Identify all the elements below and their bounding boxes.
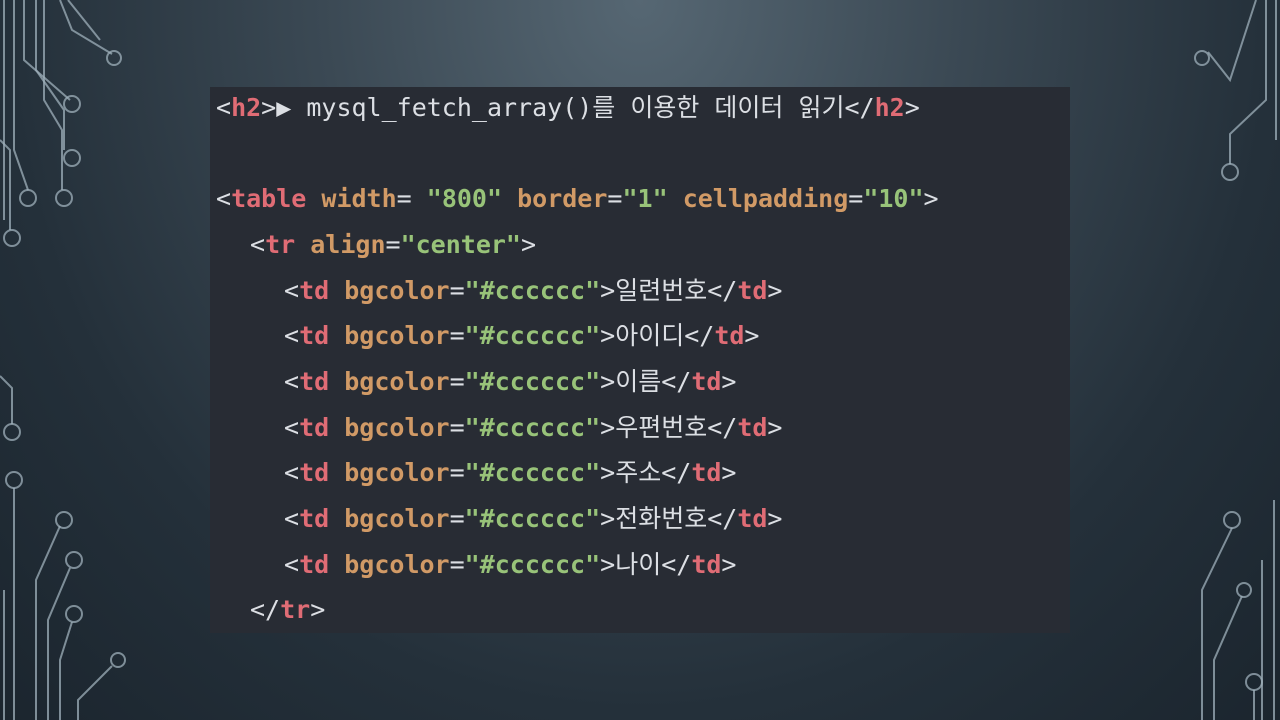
bracket: </ [250,595,281,624]
tag-name: td [299,504,330,533]
tag-name: td [714,321,745,350]
attr-value: "#cccccc" [464,413,601,442]
equals: = [449,367,465,396]
tag-name: td [299,413,330,442]
tag-name: td [299,458,330,487]
code-line-td: <td bgcolor="#cccccc">이름</td> [284,367,737,396]
code-line-tr-open: <tr align="center"> [216,227,536,263]
attr-name: bgcolor [344,321,450,350]
equals: = [449,413,465,442]
cell-text: 아이디 [615,321,685,350]
tag-name: table [231,184,307,213]
equals: = [396,184,427,213]
tag-name: h2 [874,93,905,122]
code-line-h2: <h2>▶ mysql_fetch_array()를 이용한 데이터 읽기</h… [216,90,920,126]
attr-name: bgcolor [344,504,450,533]
bracket: </ [844,93,875,122]
code-line-td: <td bgcolor="#cccccc">나이</td> [284,550,737,579]
attr-value: "#cccccc" [464,550,601,579]
tag-name: h2 [231,93,262,122]
attr-value: "1" [622,184,668,213]
tag-name: td [299,367,330,396]
cell-text: 일련번호 [615,276,708,305]
tag-name: td [737,504,768,533]
cell-text: 주소 [615,458,662,487]
tag-name: td [691,550,722,579]
attr-name: border [517,184,608,213]
code-line-td: <td bgcolor="#cccccc">주소</td> [284,458,737,487]
attr-value: "#cccccc" [464,276,601,305]
cell-text: 우편번호 [615,413,708,442]
attr-value: "center" [400,230,521,259]
heading-text: ▶ mysql_fetch_array()를 이용한 데이터 읽기 [276,93,845,122]
cell-text: 이름 [615,367,662,396]
attr-name: bgcolor [344,458,450,487]
bracket: > [520,230,537,259]
bracket: > [261,93,277,122]
tag-name: td [737,413,768,442]
attr-value: "#cccccc" [464,458,601,487]
code-line-td: <td bgcolor="#cccccc">우편번호</td> [284,413,783,442]
tag-name: td [299,321,330,350]
attr-name: bgcolor [344,367,450,396]
tag-name: tr [265,230,296,259]
code-line-tr-close: </tr> [216,592,325,628]
equals: = [449,321,465,350]
code-line-table: <table width= "800" border="1" cellpaddi… [216,181,939,217]
tag-name: td [299,276,330,305]
bracket: > [310,595,326,624]
bracket: < [216,93,232,122]
bracket: < [250,230,266,259]
equals: = [449,276,465,305]
tag-name: td [691,458,722,487]
attr-value: "10" [863,184,924,213]
code-block: <h2>▶ mysql_fetch_array()를 이용한 데이터 읽기</h… [210,87,1070,633]
equals: = [449,458,465,487]
bracket: < [216,184,232,213]
tag-name: td [691,367,722,396]
attr-name: align [310,230,386,259]
code-line-td: <td bgcolor="#cccccc">일련번호</td> [284,276,783,305]
attr-name: bgcolor [344,413,450,442]
attr-value: "#cccccc" [464,504,601,533]
cell-text: 나이 [615,550,662,579]
attr-value: "#cccccc" [464,367,601,396]
attr-name: cellpadding [682,184,849,213]
cell-text: 전화번호 [615,504,708,533]
tag-name: td [299,550,330,579]
attr-name: bgcolor [344,550,450,579]
attr-value: "800" [426,184,503,213]
equals: = [607,184,623,213]
tag-name: tr [280,595,311,624]
equals: = [449,550,465,579]
tag-name: td [737,276,768,305]
equals: = [848,184,864,213]
attr-name: bgcolor [344,276,450,305]
bracket: > [923,184,939,213]
code-line-td: <td bgcolor="#cccccc">아이디</td> [284,321,760,350]
attr-value: "#cccccc" [464,321,601,350]
equals: = [385,230,401,259]
equals: = [449,504,465,533]
bracket: > [904,93,920,122]
code-line-td: <td bgcolor="#cccccc">전화번호</td> [284,504,783,533]
attr-name: width [321,184,397,213]
